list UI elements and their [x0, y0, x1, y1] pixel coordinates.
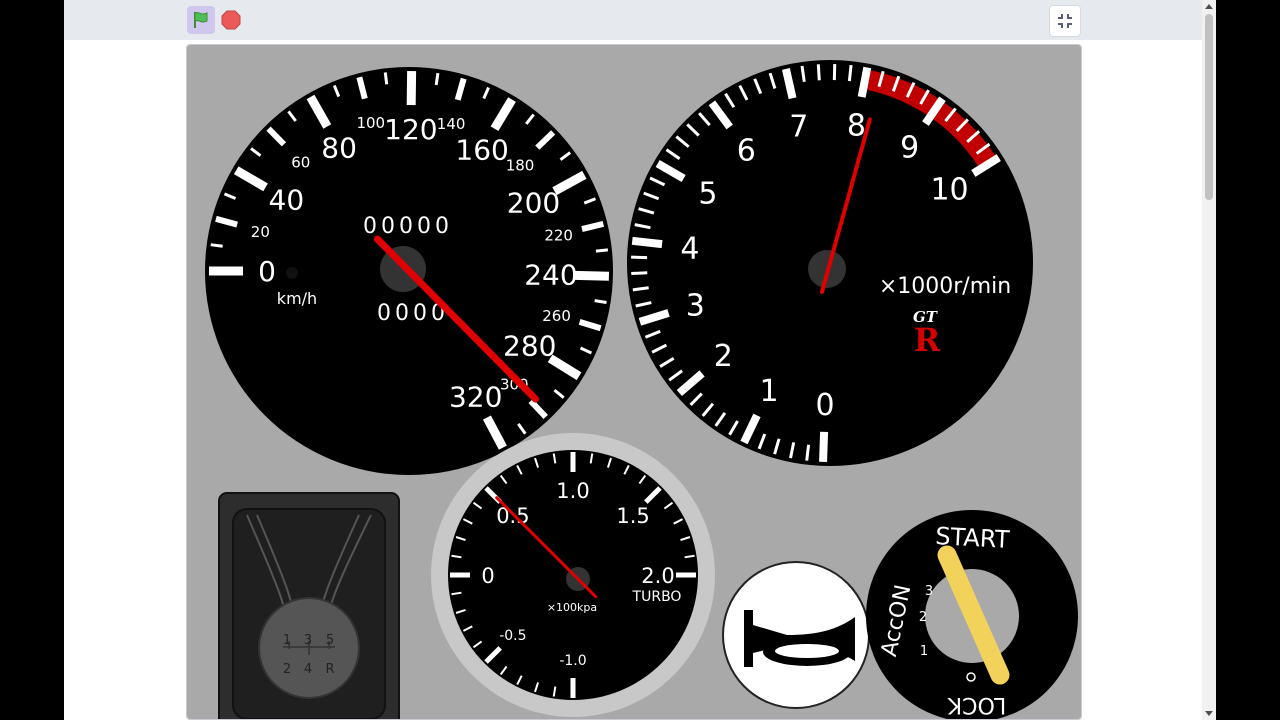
tachometer-label: 6 — [737, 134, 756, 169]
speedometer-major-label: 40 — [269, 183, 305, 216]
tachometer: 01234567 8910 ×1000r/min GT R — [627, 60, 1033, 466]
ignition-switch[interactable]: START AccON LOCK 3 2 1 — [866, 510, 1078, 719]
shift-label-5: 5 — [326, 633, 334, 648]
tachometer-label: 5 — [698, 177, 717, 212]
speedometer-major-label: 80 — [321, 131, 357, 164]
speedometer-minor-label: 220 — [544, 227, 573, 245]
tachometer-tick — [805, 444, 811, 461]
speedometer-reset-knob[interactable] — [286, 267, 298, 279]
gear-shifter[interactable]: 1 3 5 2 4 R — [218, 492, 400, 719]
tachometer-tick — [816, 64, 821, 81]
tachometer-tick — [847, 64, 853, 82]
speedometer-minor-label: 140 — [437, 115, 466, 133]
tachometer-unit: ×1000r/min — [879, 274, 1011, 299]
exit-fullscreen-button[interactable] — [1049, 5, 1081, 37]
speedometer-major-label: 200 — [507, 187, 560, 220]
ignition-position-2: 2 — [919, 610, 927, 625]
boost-gauge-label: 2.0 — [641, 564, 674, 588]
shift-label-3: 3 — [304, 633, 312, 648]
shift-label-4: 4 — [304, 662, 312, 677]
speedometer-tick — [210, 243, 223, 248]
ignition-position-3: 3 — [925, 584, 933, 599]
boost-gauge-label: 1.0 — [556, 479, 589, 503]
boost-gauge-unit: ×100kpa — [547, 601, 597, 614]
tachometer-label: 0 — [816, 388, 835, 423]
speedometer-minor-label: 260 — [542, 307, 571, 325]
tachometer-label: 10 — [930, 172, 968, 207]
speedometer-major-label: 280 — [503, 330, 556, 363]
boost-gauge-label: -0.5 — [499, 628, 526, 644]
speedometer-minor-label: 60 — [291, 153, 310, 171]
stage-toolbar — [64, 0, 1202, 40]
tachometer-label: 2 — [714, 339, 733, 374]
ignition-position-1: 1 — [920, 644, 928, 659]
tachometer-tick — [819, 431, 829, 463]
speedometer-major-label: 0 — [258, 255, 276, 288]
speedometer: 0 40 80 120 160 200 240 280320 20 60 100 140 180 220 2… — [205, 67, 613, 475]
green-flag-button[interactable] — [187, 6, 215, 34]
gtr-logo-bottom: R — [914, 321, 941, 359]
exit-fullscreen-icon — [1058, 14, 1072, 28]
speedometer-tick — [595, 248, 609, 253]
dashboard-canvas: 040801201602002402803202060100 1401802202… — [187, 45, 1081, 719]
boost-gauge-label: -1.0 — [559, 653, 586, 669]
boost-gauge: -1.0-0.500.51.01.52.0 ×100kpa TURBO — [431, 433, 715, 717]
speedometer-major-label: 320 — [449, 380, 502, 413]
tachometer-tick — [631, 271, 648, 276]
odometer-value: 00000 — [363, 214, 453, 239]
page-scrollbar[interactable] — [1202, 0, 1216, 720]
tachometer-tick — [632, 286, 649, 292]
ignition-lock-label: LOCK — [947, 692, 1006, 717]
tachometer-label: 1 — [760, 374, 779, 409]
boost-gauge-name: TURBO — [632, 589, 682, 605]
tachometer-label: 9 — [900, 131, 919, 166]
speedometer-minor-label: 20 — [251, 223, 270, 241]
scroll-down-arrow-icon[interactable] — [1205, 711, 1213, 716]
browser-page: 0 40 80 120 160 200 240 280 320 20 60 100 140 180 220 2… — [64, 0, 1216, 720]
shift-label-2: 2 — [283, 662, 291, 677]
scroll-thumb[interactable] — [1205, 14, 1213, 200]
scroll-up-arrow-icon[interactable] — [1205, 4, 1213, 9]
speedometer-major-label: 240 — [524, 259, 577, 292]
stop-button[interactable] — [217, 6, 245, 34]
boost-gauge-label: 0 — [481, 564, 494, 588]
horn-button[interactable] — [722, 561, 870, 709]
boost-gauge-label: 1.5 — [616, 504, 649, 528]
tachometer-tick — [857, 66, 872, 98]
speedometer-unit: km/h — [277, 289, 317, 308]
stop-icon — [221, 10, 241, 30]
shift-label-r: R — [325, 662, 334, 677]
speedometer-tick — [434, 72, 440, 86]
green-flag-icon — [194, 12, 208, 28]
speedometer-minor-label: 180 — [506, 156, 535, 174]
stage[interactable]: 0 40 80 120 160 200 240 280 320 20 60 100 140 180 220 2… — [186, 44, 1082, 720]
speedometer-minor-label: 100 — [356, 114, 385, 132]
speedometer-tick — [383, 72, 389, 85]
tachometer-tick — [631, 236, 663, 249]
tachometer-label: 3 — [686, 289, 705, 324]
tachometer-label: 4 — [680, 231, 699, 266]
tachometer-label: 7 — [789, 110, 808, 145]
speedometer-tick — [594, 299, 607, 304]
speedometer-tick — [574, 270, 610, 281]
speedometer-major-label: 120 — [384, 113, 437, 146]
shift-label-1: 1 — [283, 633, 291, 648]
speedometer-major-label: 160 — [455, 133, 508, 166]
